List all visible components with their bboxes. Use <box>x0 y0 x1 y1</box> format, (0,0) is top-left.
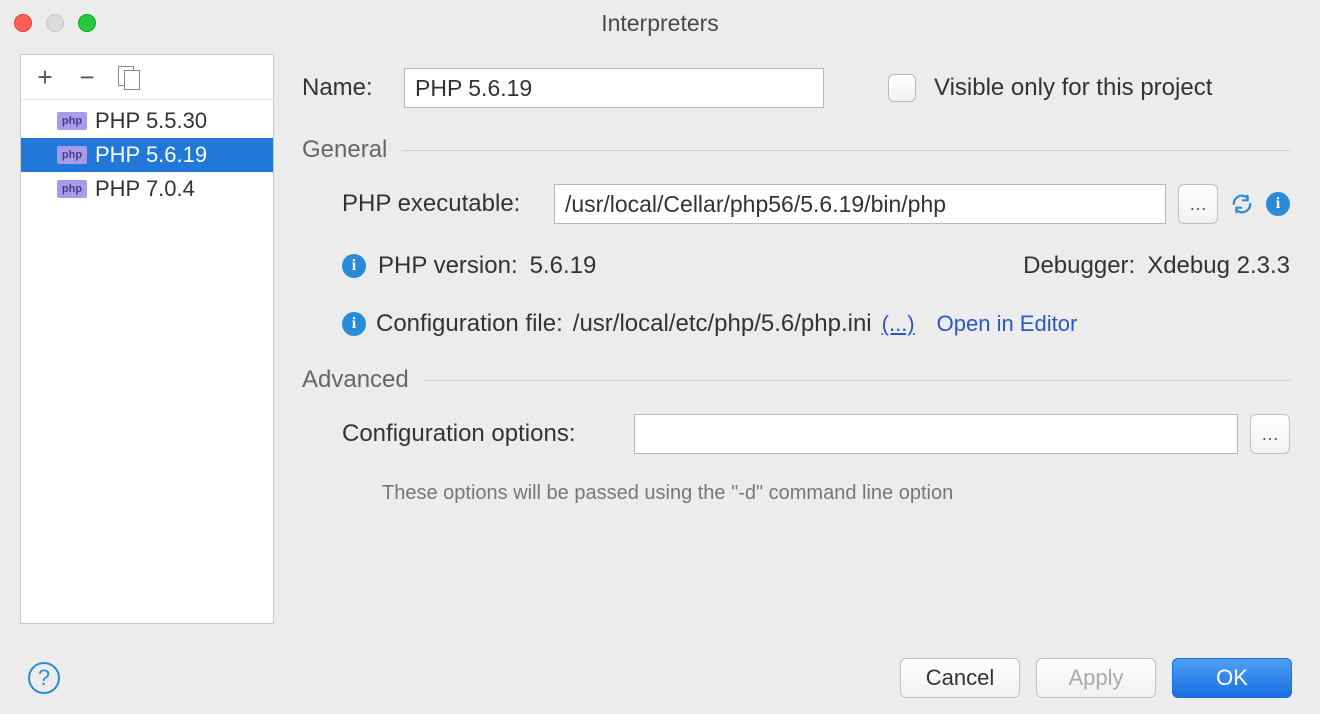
titlebar: Interpreters <box>0 0 1320 46</box>
add-button[interactable]: + <box>33 65 57 89</box>
help-icon[interactable]: ? <box>28 662 60 694</box>
info-icon[interactable]: i <box>1266 192 1290 216</box>
config-file-value: /usr/local/etc/php/5.6/php.ini <box>573 310 872 338</box>
dialog-button-bar: ? Cancel Apply OK <box>0 642 1320 714</box>
advanced-section-title: Advanced <box>302 366 1290 394</box>
interpreters-sidebar: + − php PHP 5.5.30 php PHP 5.6.19 php PH… <box>20 54 274 624</box>
window-title: Interpreters <box>0 10 1320 37</box>
php-version-label: PHP version: <box>378 252 518 280</box>
info-icon: i <box>342 312 366 336</box>
window-controls <box>14 14 96 32</box>
interpreters-list: php PHP 5.5.30 php PHP 5.6.19 php PHP 7.… <box>21 100 273 623</box>
php-icon: php <box>57 112 87 130</box>
open-in-editor-link[interactable]: Open in Editor <box>937 311 1078 337</box>
apply-button[interactable]: Apply <box>1036 658 1156 698</box>
browse-executable-button[interactable]: … <box>1178 184 1218 224</box>
config-options-label: Configuration options: <box>342 420 622 448</box>
php-version-value: 5.6.19 <box>530 252 597 280</box>
php-icon: php <box>57 146 87 164</box>
list-item-label: PHP 7.0.4 <box>95 176 195 202</box>
executable-input[interactable] <box>554 184 1166 224</box>
config-options-hint: These options will be passed using the "… <box>342 482 1290 505</box>
browse-options-button[interactable]: … <box>1250 414 1290 454</box>
sidebar-toolbar: + − <box>21 55 273 100</box>
config-more-link[interactable]: (...) <box>882 311 915 337</box>
reload-icon[interactable] <box>1230 192 1254 216</box>
list-item[interactable]: php PHP 5.6.19 <box>21 138 273 172</box>
debugger-value: Xdebug 2.3.3 <box>1147 252 1290 280</box>
general-section-title: General <box>302 136 1290 164</box>
php-icon: php <box>57 180 87 198</box>
info-icon: i <box>342 254 366 278</box>
visible-only-label: Visible only for this project <box>934 74 1212 102</box>
config-options-input[interactable] <box>634 414 1238 454</box>
name-input[interactable] <box>404 68 824 108</box>
cancel-button[interactable]: Cancel <box>900 658 1020 698</box>
visible-only-checkbox[interactable] <box>888 74 916 102</box>
zoom-window-icon[interactable] <box>78 14 96 32</box>
debugger-label: Debugger: <box>1023 252 1135 280</box>
name-label: Name: <box>302 74 386 102</box>
executable-label: PHP executable: <box>342 190 542 218</box>
list-item-label: PHP 5.5.30 <box>95 108 207 134</box>
close-window-icon[interactable] <box>14 14 32 32</box>
remove-button[interactable]: − <box>75 65 99 89</box>
minimize-window-icon <box>46 14 64 32</box>
list-item[interactable]: php PHP 7.0.4 <box>21 172 273 206</box>
copy-button[interactable] <box>117 65 141 89</box>
copy-icon <box>118 66 140 88</box>
ok-button[interactable]: OK <box>1172 658 1292 698</box>
list-item-label: PHP 5.6.19 <box>95 142 207 168</box>
config-file-label: Configuration file: <box>376 310 563 338</box>
list-item[interactable]: php PHP 5.5.30 <box>21 104 273 138</box>
main-panel: Name: Visible only for this project Gene… <box>274 46 1308 636</box>
